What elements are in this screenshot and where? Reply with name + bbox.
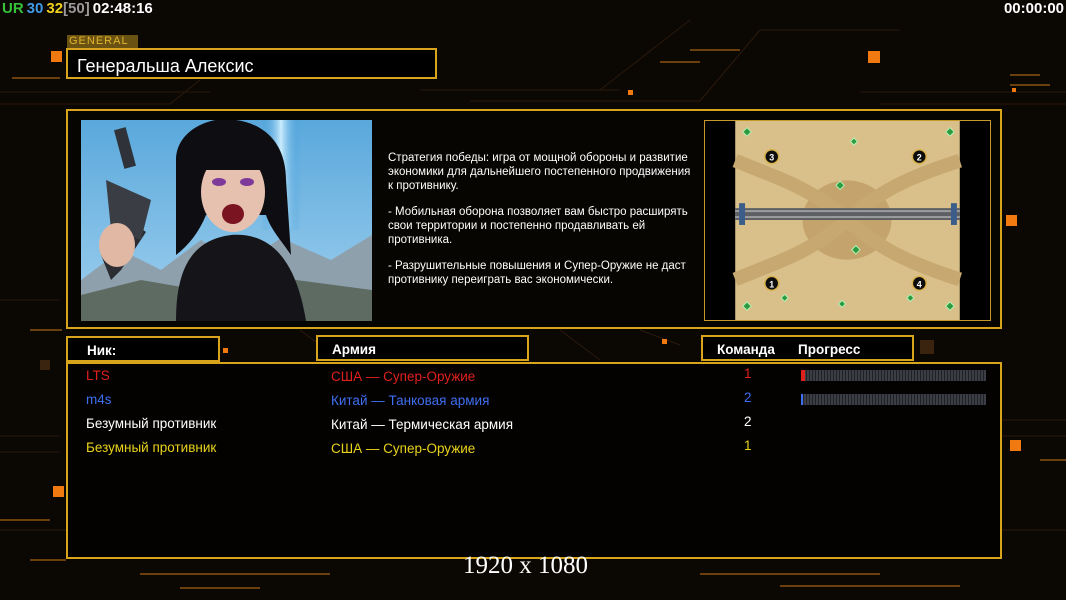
player-progress-fill [801,370,805,381]
map-spot-1: 1 [769,279,774,289]
hud-count: 32 [46,0,64,17]
strategy-paragraph-1: Стратегия победы: игра от мощной обороны… [388,152,691,192]
player-army: Китай — Термическая армия [331,417,514,432]
resolution-watermark: 1920 x 1080 [463,552,588,579]
general-title-box: Генеральша Алексис [66,48,437,79]
hud-count-max: [50] [63,0,90,17]
column-header-team-progress[interactable]: Команда Прогресс [701,335,914,361]
column-header-army[interactable]: Армия [316,335,529,361]
player-army: США — Супер-Оружие [331,369,476,384]
hud-clock: 02:48:16 [92,0,153,17]
player-nick: LTS [86,368,110,383]
player-list-panel: LTS США — Супер-Оружие 1 m4s Китай — Танкова… [66,362,1002,559]
column-nick-label: Ник: [87,343,117,358]
column-progress-label: Прогресс [798,342,861,357]
strategy-description: Стратегия победы: игра от мощной обороны… [388,151,693,299]
player-army: США — Супер-Оружие [331,441,476,456]
general-info-panel: Стратегия победы: игра от мощной обороны… [66,109,1002,329]
player-row[interactable]: m4s Китай — Танковая армия 2 [68,390,1000,412]
column-header-nick[interactable]: Ник: [66,336,220,362]
general-name: Генеральша Алексис [77,56,254,76]
column-army-label: Армия [332,342,376,357]
player-nick: m4s [86,392,112,407]
player-nick: Безумный противник [86,440,217,455]
hud-timer: 00:00:00 [1003,0,1064,17]
general-portrait [81,120,372,321]
strategy-paragraph-3: - Разрушительные повышения и Супер-Оружи… [388,260,686,286]
player-row[interactable]: LTS США — Супер-Оружие 1 [68,366,1000,388]
map-spot-3: 3 [769,153,774,163]
general-tag: GENERAL [67,35,138,48]
player-team: 2 [744,414,752,429]
map-preview: 3 2 1 4 [704,120,991,321]
player-progress-bar [801,394,986,405]
hud-fps: 30 [26,0,44,17]
player-row[interactable]: Безумный противник Китай — Термическая ар… [68,414,1000,436]
player-team: 1 [744,366,752,381]
player-progress-bar [801,370,986,381]
map-spot-4: 4 [917,279,922,289]
player-team: 2 [744,390,752,405]
player-nick: Безумный противник [86,416,217,431]
column-team-label: Команда [717,342,775,357]
player-row[interactable]: Безумный противник США — Супер-Оружие 1 [68,438,1000,460]
player-team: 1 [744,438,752,453]
player-progress-fill [801,394,803,405]
hud-tag: UR [2,0,24,17]
player-army: Китай — Танковая армия [331,393,490,408]
strategy-paragraph-2: - Мобильная оборона позволяет вам быстро… [388,206,688,246]
hud-status: UR 30 32[50] 02:48:16 [2,1,156,17]
map-spot-2: 2 [917,153,922,163]
